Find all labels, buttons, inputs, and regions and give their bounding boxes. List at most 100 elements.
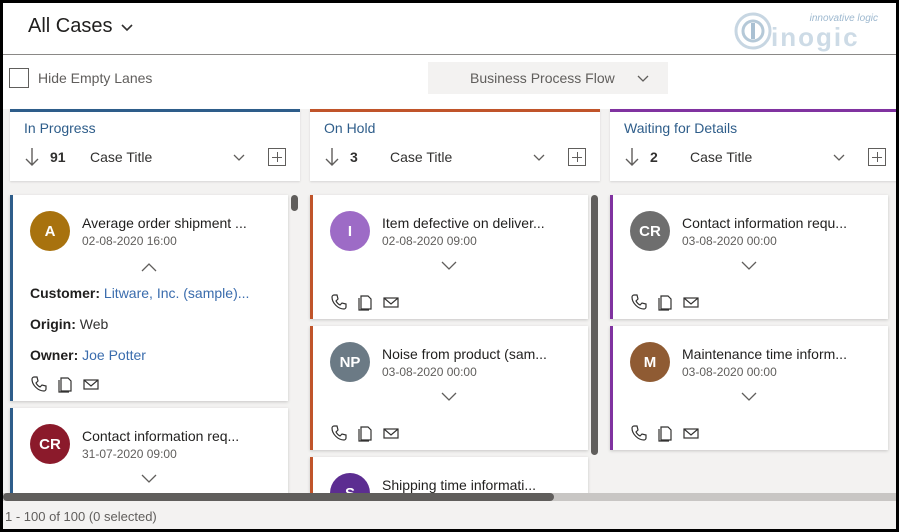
chevron-down-icon[interactable] — [532, 150, 546, 164]
lane-name: Waiting for Details — [624, 120, 738, 136]
lane-count: 91 — [50, 149, 66, 165]
origin-field: Origin: Web — [30, 316, 108, 332]
case-date: 03-08-2020 00:00 — [682, 234, 777, 248]
document-icon[interactable] — [56, 375, 74, 393]
view-selector[interactable]: All Cases — [28, 15, 134, 38]
hide-empty-lanes-toggle[interactable]: Hide Empty Lanes — [9, 68, 152, 88]
filter-bar: Hide Empty Lanes Business Process Flow — [3, 56, 896, 108]
document-icon[interactable] — [656, 293, 674, 311]
lane-stats: 2 Case Title — [624, 145, 886, 169]
phone-icon[interactable] — [30, 375, 48, 393]
avatar: CR — [30, 424, 70, 464]
lane-header: In Progress 91 Case Title — [10, 109, 300, 181]
add-icon[interactable] — [568, 148, 586, 166]
lane-name: In Progress — [24, 120, 96, 136]
phone-icon[interactable] — [330, 293, 348, 311]
document-icon[interactable] — [656, 424, 674, 442]
record-count-status: 1 - 100 of 100 (0 selected) — [5, 509, 157, 524]
header-bar: All Cases innovative logic inogic — [3, 3, 896, 55]
case-title[interactable]: Item defective on deliver... — [382, 215, 554, 231]
email-icon[interactable] — [382, 424, 400, 442]
chevron-down-icon[interactable] — [441, 392, 457, 402]
chevron-down-icon[interactable] — [141, 474, 157, 484]
lane-scrollbar[interactable] — [591, 195, 598, 455]
sort-arrow-icon[interactable] — [24, 147, 40, 167]
lane-header: Waiting for Details 2 Case Title — [610, 109, 896, 181]
add-icon[interactable] — [868, 148, 886, 166]
card-actions — [330, 424, 400, 442]
case-title[interactable]: Contact information requ... — [682, 215, 860, 231]
case-title[interactable]: Shipping time informati... — [382, 477, 554, 493]
case-date: 02-08-2020 16:00 — [82, 234, 177, 248]
avatar: M — [630, 342, 670, 382]
hide-empty-lanes-checkbox[interactable] — [9, 68, 29, 88]
lane-waiting-for-details: Waiting for Details 2 Case Title CR Cont… — [610, 109, 896, 493]
avatar: NP — [330, 342, 370, 382]
chevron-down-icon[interactable] — [741, 261, 757, 271]
kanban-app: All Cases innovative logic inogic Hide E… — [3, 3, 896, 529]
document-icon[interactable] — [356, 293, 374, 311]
customer-link[interactable]: Litware, Inc. (sample)... — [104, 285, 250, 301]
customer-field: Customer: Litware, Inc. (sample)... — [30, 285, 249, 301]
case-card[interactable]: CR Contact information requ... 03-08-202… — [610, 195, 888, 319]
email-icon[interactable] — [682, 293, 700, 311]
card-actions — [330, 293, 400, 311]
case-title[interactable]: Contact information req... — [82, 428, 252, 444]
chevron-down-icon — [121, 23, 134, 31]
avatar: CR — [630, 211, 670, 251]
brand-logo: innovative logic inogic — [733, 7, 888, 52]
status-footer: 1 - 100 of 100 (0 selected) — [3, 501, 896, 529]
case-title[interactable]: Maintenance time inform... — [682, 346, 860, 362]
phone-icon[interactable] — [630, 424, 648, 442]
email-icon[interactable] — [82, 375, 100, 393]
card-actions — [630, 424, 700, 442]
lane-count: 2 — [650, 149, 658, 165]
email-icon[interactable] — [382, 293, 400, 311]
case-card[interactable]: A Average order shipment ... 02-08-2020 … — [10, 195, 288, 401]
phone-icon[interactable] — [330, 424, 348, 442]
case-date: 03-08-2020 00:00 — [682, 365, 777, 379]
chevron-down-icon[interactable] — [832, 150, 846, 164]
avatar: A — [30, 211, 70, 251]
case-title[interactable]: Noise from product (sam... — [382, 346, 554, 362]
chevron-down-icon[interactable] — [741, 392, 757, 402]
business-process-flow-dropdown[interactable]: Business Process Flow — [428, 62, 668, 94]
avatar: I — [330, 211, 370, 251]
owner-field: Owner: Joe Potter — [30, 347, 146, 363]
case-title[interactable]: Average order shipment ... — [82, 215, 252, 231]
brand-logo-icon — [734, 12, 772, 50]
sort-field: Case Title — [690, 149, 753, 165]
document-icon[interactable] — [356, 424, 374, 442]
business-process-flow-label: Business Process Flow — [470, 70, 615, 86]
card-actions — [630, 293, 700, 311]
case-card[interactable]: M Maintenance time inform... 03-08-2020 … — [610, 326, 888, 450]
case-date: 31-07-2020 09:00 — [82, 447, 177, 461]
email-icon[interactable] — [682, 424, 700, 442]
sort-arrow-icon[interactable] — [324, 147, 340, 167]
sort-arrow-icon[interactable] — [624, 147, 640, 167]
sort-field: Case Title — [90, 149, 153, 165]
lane-scrollbar[interactable] — [291, 195, 298, 211]
customer-label: Customer: — [30, 285, 101, 301]
chevron-down-icon — [637, 75, 649, 82]
chevron-up-icon[interactable] — [141, 262, 157, 272]
view-title: All Cases — [28, 15, 113, 37]
sort-field: Case Title — [390, 149, 453, 165]
case-card[interactable]: I Item defective on deliver... 02-08-202… — [310, 195, 588, 319]
case-card[interactable]: CR Contact information req... 31-07-2020… — [10, 408, 288, 498]
chevron-down-icon[interactable] — [441, 261, 457, 271]
add-icon[interactable] — [268, 148, 286, 166]
phone-icon[interactable] — [630, 293, 648, 311]
origin-value: Web — [79, 316, 109, 332]
origin-label: Origin: — [30, 316, 76, 332]
card-actions — [30, 375, 100, 393]
board-scrollbar-thumb[interactable] — [3, 493, 554, 501]
brand-name: inogic — [771, 22, 860, 52]
lane-header: On Hold 3 Case Title — [310, 109, 600, 181]
chevron-down-icon[interactable] — [232, 150, 246, 164]
lane-on-hold: On Hold 3 Case Title I Item defective on… — [310, 109, 600, 517]
lane-stats: 3 Case Title — [324, 145, 586, 169]
lane-name: On Hold — [324, 120, 376, 136]
owner-link[interactable]: Joe Potter — [82, 347, 146, 363]
case-card[interactable]: NP Noise from product (sam... 03-08-2020… — [310, 326, 588, 450]
